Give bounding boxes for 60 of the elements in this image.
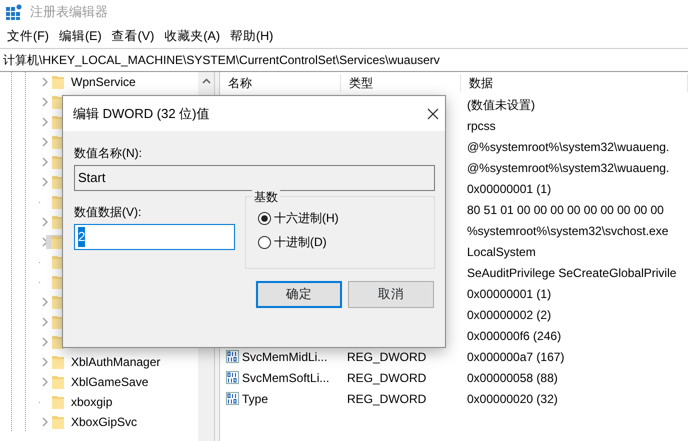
folder-icon — [51, 235, 63, 249]
menu-item[interactable]: 文件(F) — [2, 26, 54, 46]
value-data: @%systemroot%\system32\wuaueng. — [467, 160, 670, 174]
radio-button[interactable] — [258, 212, 271, 224]
value-data: 0x00000001 (1) — [467, 286, 552, 300]
column-header[interactable]: 名称 — [228, 76, 252, 90]
folder-icon — [52, 395, 64, 409]
dialog-title: 编辑 DWORD (32 位)值 — [73, 104, 210, 123]
value-data: 0x00000001 (1) — [467, 182, 552, 196]
value-name[interactable]: SvcMemSoftLi... — [242, 368, 330, 386]
value-data: SeAuditPrivilege SeCreateGlobalPrivile — [467, 266, 676, 280]
address-bar[interactable]: 计算机\HKEY_LOCAL_MACHINE\SYSTEM\CurrentControlSet\Services\wuauserv — [3, 51, 440, 69]
menu-item[interactable]: 编辑(E) — [54, 26, 107, 46]
column-header[interactable]: 类型 — [349, 76, 373, 90]
value-name-field[interactable]: Start — [74, 165, 435, 191]
window-title: 注册表编辑器 — [30, 3, 108, 22]
tree-item[interactable]: WpnService — [69, 73, 138, 91]
folder-icon — [52, 75, 64, 89]
radio-label[interactable]: 十进制(D) — [274, 233, 327, 251]
value-type: REG_DWORD — [347, 350, 426, 364]
binary-value-icon — [226, 392, 239, 405]
value-name[interactable]: SvcMemMidLi... — [242, 348, 328, 366]
app-icon — [6, 4, 22, 20]
value-data: 80 51 01 00 00 00 00 00 00 00 00 00 — [467, 202, 664, 216]
value-data: 0x00000058 (88) — [467, 370, 558, 384]
value-data: LocalSystem — [467, 244, 536, 258]
group-label: 基数 — [252, 188, 280, 206]
field-label: 数值数据(V): — [74, 205, 142, 219]
value-data: @%systemroot%\system32\wuaueng. — [467, 140, 670, 154]
column-header[interactable]: 数据 — [469, 76, 493, 90]
tree-item[interactable]: XboxGipSvc — [69, 413, 140, 431]
value-data: 0x00000020 (32) — [467, 392, 558, 406]
menu-item[interactable]: 查看(V) — [106, 26, 160, 46]
dialog-button[interactable]: 取消 — [348, 281, 434, 308]
value-data: 0x000000f6 (246) — [467, 328, 562, 342]
value-data: (数值未设置) — [467, 98, 535, 112]
value-type: REG_DWORD — [347, 370, 426, 384]
tree-item[interactable]: XblGameSave — [69, 373, 150, 391]
tree-item[interactable]: xboxgip — [69, 393, 114, 411]
value-data: 0x00000002 (2) — [467, 308, 552, 322]
folder-icon — [52, 355, 64, 369]
folder-icon — [52, 375, 64, 389]
value-type: REG_DWORD — [347, 392, 426, 406]
dialog-button[interactable]: 确定 — [256, 281, 342, 308]
scroll-up-icon[interactable] — [202, 78, 210, 84]
value-data: 0x000000a7 (167) — [467, 350, 564, 364]
binary-value-icon — [226, 350, 239, 363]
binary-value-icon — [226, 371, 239, 384]
radio-button[interactable] — [258, 236, 271, 248]
value-data: rpcss — [467, 118, 496, 132]
value-data: %systemroot%\system32\svchost.exe — [467, 224, 668, 238]
value-data-field[interactable]: 2 — [74, 224, 235, 250]
radio-label[interactable]: 十六进制(H) — [274, 209, 339, 227]
menu-item[interactable]: 帮助(H) — [224, 26, 278, 46]
close-icon[interactable] — [427, 108, 439, 120]
tree-item[interactable]: XblAuthManager — [69, 353, 162, 371]
menu-item[interactable]: 收藏夹(A) — [159, 26, 225, 46]
folder-icon — [52, 415, 64, 429]
value-name[interactable]: Type — [242, 390, 268, 408]
field-label: 数值名称(N): — [74, 146, 142, 160]
